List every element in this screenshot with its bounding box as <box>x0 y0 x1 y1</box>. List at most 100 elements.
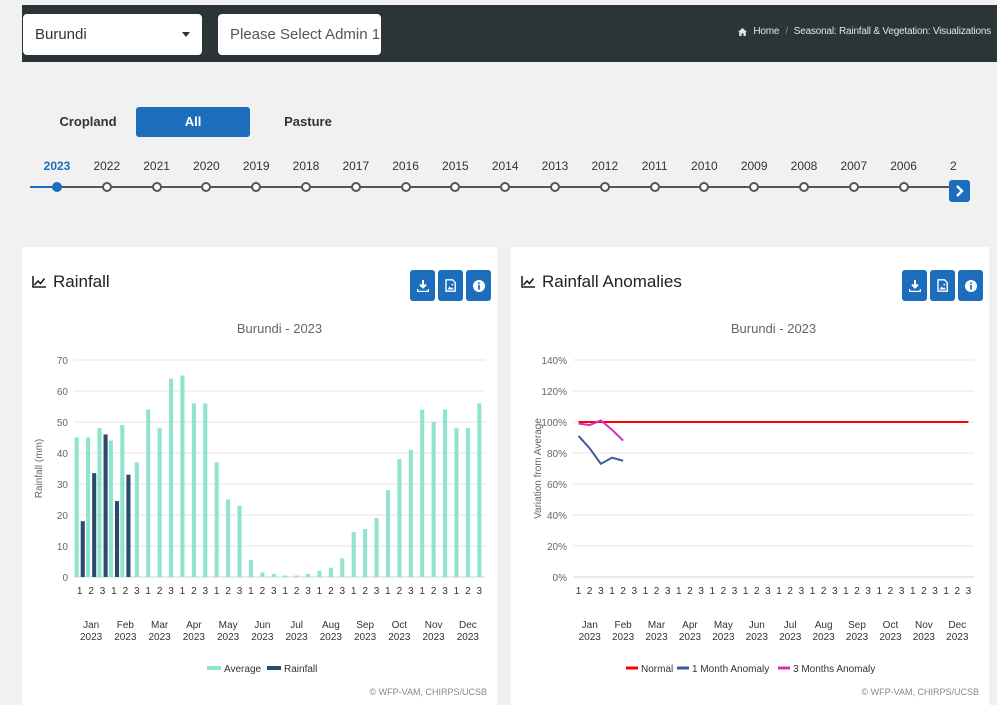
y-tick-label: 140% <box>541 356 567 367</box>
timeline-dot-2012[interactable] <box>599 182 610 192</box>
rainfall-image-button[interactable] <box>438 270 463 301</box>
x-month-label: May <box>219 620 238 631</box>
timeline-year-2010[interactable]: 2010 <box>691 159 718 173</box>
x-dekad-label: 1 <box>810 586 816 597</box>
country-select-value: Burundi <box>35 26 87 43</box>
chevron-right-icon <box>955 185 964 197</box>
anomalies-image-button[interactable] <box>930 270 955 301</box>
series-line-1-month-anomaly <box>577 435 624 466</box>
y-tick-label: 100% <box>541 418 567 429</box>
timeline-year-2007[interactable]: 2007 <box>840 159 867 173</box>
filter-pasture-button[interactable]: Pasture <box>258 107 358 137</box>
anomalies-credits[interactable]: © WFP-VAM, CHIRPS/UCSB <box>862 687 979 697</box>
download-icon <box>908 279 921 292</box>
x-year-label: 2023 <box>457 632 480 643</box>
legend-rainfall-label: Rainfall <box>284 664 317 675</box>
timeline-dot-2010[interactable] <box>699 182 710 192</box>
rainfall-info-button[interactable] <box>466 270 491 301</box>
timeline-year-2012[interactable]: 2012 <box>591 159 618 173</box>
average-bar <box>260 572 265 577</box>
timeline-year-2015[interactable]: 2015 <box>442 159 469 173</box>
timeline-dot-2020[interactable] <box>201 182 212 192</box>
timeline-dot-2008[interactable] <box>799 182 809 192</box>
average-bar <box>214 462 219 577</box>
x-year-label: 2023 <box>183 632 206 643</box>
timeline-dot-2021[interactable] <box>151 182 162 192</box>
x-month-label: Jun <box>254 620 270 631</box>
rainfall-credits[interactable]: © WFP-VAM, CHIRPS/UCSB <box>370 687 487 697</box>
x-dekad-label: 3 <box>237 586 243 597</box>
x-dekad-label: 3 <box>442 586 448 597</box>
x-dekad-label: 2 <box>225 586 231 597</box>
x-month-label: Apr <box>186 620 202 631</box>
x-dekad-label: 1 <box>180 586 186 597</box>
timeline-dot-2016[interactable] <box>400 182 411 192</box>
timeline-year-2017[interactable]: 2017 <box>342 159 369 173</box>
rainfall-bar <box>80 521 85 577</box>
x-year-label: 2023 <box>388 632 411 643</box>
x-dekad-label: 3 <box>305 586 311 597</box>
timeline-year-2019[interactable]: 2019 <box>243 159 270 173</box>
y-tick-label: 60 <box>57 387 69 398</box>
filter-all-button[interactable]: All <box>136 107 250 137</box>
timeline-dot-2015[interactable] <box>450 182 461 192</box>
timeline-dot-2019[interactable] <box>251 182 262 192</box>
filter-cropland-button[interactable]: Cropland <box>38 107 138 137</box>
timeline-year-2013[interactable]: 2013 <box>542 159 569 173</box>
x-year-label: 2023 <box>80 632 103 643</box>
timeline-year-2022[interactable]: 2022 <box>93 159 120 173</box>
admin1-select[interactable]: Please Select Admin 1 <box>218 14 381 55</box>
timeline-dot-2022[interactable] <box>101 182 112 192</box>
timeline-dot-2023[interactable] <box>52 182 62 192</box>
x-dekad-label: 1 <box>843 586 849 597</box>
timeline-year-2020[interactable]: 2020 <box>193 159 220 173</box>
y-tick-label: 40 <box>57 449 69 460</box>
x-month-label: Apr <box>682 620 698 631</box>
x-month-label: Jul <box>784 620 797 631</box>
x-dekad-label: 1 <box>643 586 649 597</box>
rainfall-download-button[interactable] <box>410 270 435 301</box>
average-bar <box>86 437 91 577</box>
x-year-label: 2023 <box>286 632 309 643</box>
timeline-dot-2007[interactable] <box>848 182 859 192</box>
country-select[interactable]: Burundi <box>23 14 202 55</box>
y-tick-label: 60% <box>547 480 567 491</box>
anomalies-panel-title: Rainfall Anomalies <box>521 272 682 292</box>
average-bar <box>226 499 231 577</box>
top-navbar: Burundi Please Select Admin 1 Home / Sea… <box>22 5 997 62</box>
timeline-dot-2006[interactable] <box>898 182 909 192</box>
x-month-label: Aug <box>322 620 340 631</box>
timeline-year-2006[interactable]: 2006 <box>890 159 917 173</box>
timeline-dot-2013[interactable] <box>550 182 560 192</box>
timeline-dot-2011[interactable] <box>649 182 660 192</box>
x-month-label: Oct <box>392 620 408 631</box>
timeline-year-2016[interactable]: 2016 <box>392 159 419 173</box>
legend-label: Normal <box>641 664 673 675</box>
anomalies-info-button[interactable] <box>958 270 983 301</box>
timeline-dot-2017[interactable] <box>350 182 361 192</box>
timeline-year-2009[interactable]: 2009 <box>741 159 768 173</box>
timeline-year-2011[interactable]: 2011 <box>642 159 668 173</box>
x-dekad-label: 3 <box>799 586 805 597</box>
timeline-year-2021[interactable]: 2021 <box>143 159 170 173</box>
timeline-dot-2009[interactable] <box>749 182 760 192</box>
x-dekad-label: 3 <box>631 586 637 597</box>
anomalies-download-button[interactable] <box>902 270 927 301</box>
timeline-year-2014[interactable]: 2014 <box>492 159 519 173</box>
breadcrumb-home-link[interactable]: Home <box>753 26 779 37</box>
timeline-year-2008[interactable]: 2008 <box>791 159 818 173</box>
x-dekad-label: 2 <box>854 586 860 597</box>
home-icon <box>738 27 748 36</box>
legend-average-label: Average <box>224 664 262 675</box>
y-tick-label: 70 <box>57 356 69 367</box>
timeline-dot-2018[interactable] <box>301 182 311 192</box>
timeline-year-2023[interactable]: 2023 <box>44 159 71 173</box>
timeline-year-2018[interactable]: 2018 <box>293 159 320 173</box>
timeline-year-2[interactable]: 2 <box>950 159 957 173</box>
timeline-next-button[interactable] <box>949 180 970 202</box>
timeline-dot-2014[interactable] <box>500 182 511 192</box>
image-icon <box>937 279 948 292</box>
rainfall-bar <box>103 434 108 577</box>
x-dekad-label: 3 <box>665 586 671 597</box>
anomalies-chart: Burundi - 2023 0% 20% 40% 60% 80% 100% 120% 140%… <box>533 321 974 675</box>
